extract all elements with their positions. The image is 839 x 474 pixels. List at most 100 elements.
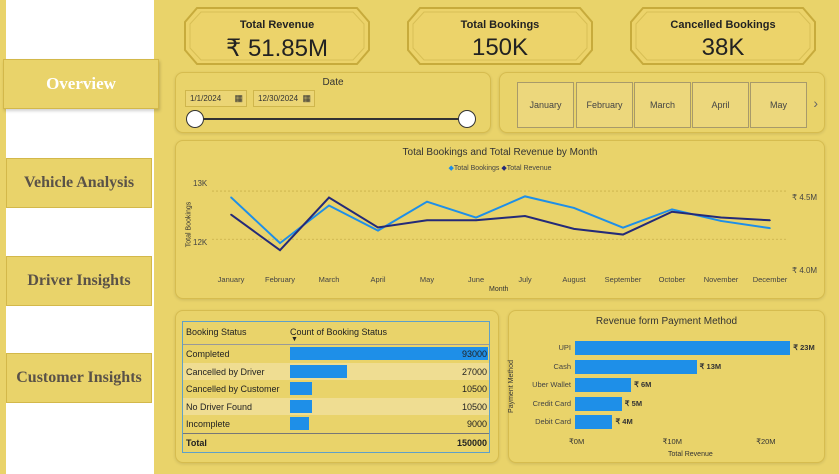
bar [575, 396, 622, 411]
date-range-end-handle[interactable] [458, 110, 476, 128]
data-point [622, 226, 624, 229]
data-point [671, 208, 673, 211]
bookings-revenue-chart: Total Bookings and Total Revenue by Mont… [175, 140, 825, 299]
data-point [426, 200, 428, 203]
date-slicer-title: Date [322, 77, 344, 88]
sort-descending-icon[interactable]: ▼ [291, 336, 298, 343]
month-button-april[interactable]: April [692, 82, 749, 128]
table-total-row: Total 150000 [183, 432, 489, 452]
kpi-value: ₹ 51.85M [226, 35, 328, 62]
bar-category-label: UPI [558, 343, 571, 352]
payment-method-chart: Revenue form Payment Method Payment Meth… [508, 310, 825, 463]
data-point [475, 219, 477, 222]
start-date-input[interactable]: 1/1/2024 ▦ [185, 90, 247, 107]
data-point [328, 204, 330, 207]
table-header: Booking Status Count of Booking Status ▼ [183, 322, 489, 345]
x-tick-label: ₹10M [662, 437, 682, 446]
booking-status-table: Booking Status Count of Booking Status ▼… [182, 321, 490, 453]
data-point [769, 219, 771, 222]
bar-category-label: Cash [553, 361, 571, 371]
data-point [230, 213, 232, 216]
month-button-march[interactable]: March [634, 82, 691, 128]
kpi-title: Total Bookings [460, 19, 540, 31]
data-point [524, 215, 526, 217]
start-date-value: 1/1/2024 [190, 94, 222, 103]
table-cell-label: No Driver Found [186, 401, 253, 412]
month-button-february[interactable]: February [576, 82, 633, 128]
kpi-cancelled-bookings: Cancelled Bookings 38K [629, 6, 817, 66]
bar [575, 378, 632, 392]
nav-vehicle-analysis-button[interactable]: Vehicle Analysis [6, 158, 152, 208]
date-range-track[interactable] [192, 118, 466, 120]
table-data-bar [290, 382, 313, 396]
bar-value-label: ₹ 4M [615, 417, 633, 426]
table-cell-label: Completed [186, 349, 230, 359]
column-header-count[interactable]: Count of Booking Status [290, 327, 387, 337]
data-point [671, 210, 673, 213]
date-range-start-handle[interactable] [186, 110, 204, 128]
month-button-january[interactable]: January [517, 82, 574, 128]
bar-value-label: ₹ 6M [634, 380, 652, 389]
table-row: No Driver Found 10500 [183, 397, 489, 416]
line-chart-plot [212, 190, 788, 252]
data-point [279, 249, 281, 252]
data-point [573, 228, 575, 230]
kpi-value: 38K [701, 34, 745, 61]
month-slicer: January February March April May › [499, 72, 825, 133]
kpi-total-revenue: Total Revenue ₹ 51.85M [183, 6, 371, 66]
data-point [230, 196, 232, 199]
table-total-value: 150000 [456, 437, 487, 448]
table-row: Completed 93000 [183, 345, 489, 363]
x-tick-label: ₹20M [756, 437, 776, 446]
date-slicer: Date 1/1/2024 ▦ 12/30/2024 ▦ [175, 72, 491, 133]
bar [575, 341, 791, 355]
data-point [720, 216, 722, 219]
table-data-bar [290, 364, 348, 378]
table-cell-label: Incomplete [186, 419, 231, 430]
month-button-may[interactable]: May [750, 82, 807, 128]
table-data-bar [290, 417, 310, 431]
table-cell-label: Cancelled by Driver [186, 366, 265, 377]
x-tick-label: ₹0M [569, 437, 585, 446]
nav-customer-insights-button[interactable]: Customer Insights [6, 353, 152, 403]
data-point [622, 233, 624, 236]
nav-overview-button[interactable]: Overview [3, 59, 159, 109]
calendar-icon[interactable]: ▦ [302, 93, 311, 104]
data-point [524, 195, 526, 198]
column-header-booking-status[interactable]: Booking Status [186, 327, 247, 337]
series-line-bookings [230, 195, 771, 245]
series-line-revenue [230, 196, 771, 252]
bar [575, 359, 697, 374]
table-cell-value: 10500 [461, 384, 487, 395]
kpi-title: Total Revenue [239, 19, 315, 31]
bar-value-label: ₹ 13M [699, 361, 722, 371]
kpi-value: 150K [471, 34, 529, 61]
data-point [377, 226, 379, 229]
end-date-input[interactable]: 12/30/2024 ▦ [253, 90, 315, 107]
nav-driver-insights-button[interactable]: Driver Insights [6, 256, 152, 306]
booking-status-panel: Booking Status Count of Booking Status ▼… [175, 310, 499, 463]
table-data-bar [290, 347, 488, 360]
bar-value-label: ₹ 23M [793, 343, 815, 352]
data-point [328, 196, 330, 199]
data-point [377, 229, 379, 232]
table-row: Incomplete 9000 [183, 415, 489, 433]
x-axis-label: Total Revenue [668, 451, 713, 458]
chart-title: Revenue form Payment Method [595, 316, 738, 327]
data-point [475, 216, 477, 219]
bar-category-label: Debit Card [535, 417, 571, 426]
kpi-title: Cancelled Bookings [670, 19, 776, 31]
bar-category-label: Uber Wallet [532, 380, 571, 389]
table-row: Cancelled by Driver 27000 [183, 362, 489, 381]
table-cell-value: 10500 [461, 401, 487, 412]
table-data-bar [290, 399, 313, 413]
data-point [720, 220, 722, 222]
table-cell-value: 93000 [461, 349, 487, 359]
calendar-icon[interactable]: ▦ [234, 93, 243, 104]
end-date-value: 12/30/2024 [258, 94, 299, 103]
chevron-right-icon[interactable]: › [813, 95, 818, 111]
bar [575, 415, 613, 429]
kpi-total-bookings: Total Bookings 150K [406, 6, 594, 66]
bar-category-label: Credit Card [532, 398, 571, 408]
table-row: Cancelled by Customer 10500 [183, 380, 489, 398]
